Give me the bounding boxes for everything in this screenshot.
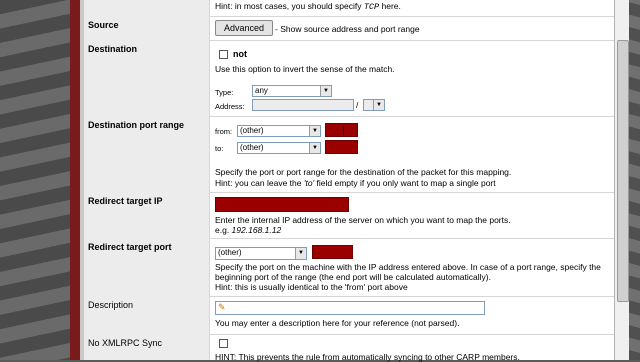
redirect-port-hint: Hint: this is usually identical to the '… [215,282,408,292]
advanced-source-button[interactable]: Advanced [215,20,274,36]
destination-type-label: Type: [215,88,234,97]
redirect-port-input[interactable] [312,245,353,259]
port-range-desc: Specify the port or port range for the d… [215,167,512,177]
source-row: Source Advanced - Show source address an… [84,16,614,41]
source-label: Source [84,16,210,40]
chevron-down-icon: ▼ [373,100,384,110]
description-input[interactable]: ✎ [215,301,485,315]
scrollbar-thumb[interactable] [617,40,629,302]
destination-not-label: not [233,49,247,59]
xmlrpc-checkbox[interactable] [219,339,228,348]
port-to-select[interactable]: (other) ▼ [237,142,321,154]
destination-address-input[interactable] [252,99,354,111]
xmlrpc-label: No XMLRPC Sync [84,334,210,360]
destination-slash: / [356,100,359,110]
destination-mask-select[interactable]: ▼ [363,99,385,111]
destination-type-select[interactable]: any ▼ [252,85,332,97]
text-cursor [343,126,344,135]
protocol-row: Hint: in most cases, you should specify … [84,0,614,17]
desktop-background-left [0,0,70,360]
port-from-select[interactable]: (other) ▼ [237,125,321,137]
destination-row: Destination not Use this option to inver… [84,40,614,117]
xmlrpc-row: No XMLRPC Sync HINT: This prevents the r… [84,334,614,362]
protocol-hint: Hint: in most cases, you should specify … [215,1,401,12]
redirect-port-desc2: beginning port of the range (the end por… [215,272,491,282]
protocol-label-cell [84,0,210,16]
redirect-ip-label: Redirect target IP [84,192,210,238]
port-to-label: to: [215,144,224,153]
redirect-ip-input[interactable] [215,197,349,212]
source-advanced-desc: - Show source address and port range [275,24,420,34]
chevron-down-icon: ▼ [309,143,320,153]
chevron-down-icon: ▼ [320,86,331,96]
redirect-ip-row: Redirect target IP Enter the internal IP… [84,192,614,239]
destination-not-checkbox[interactable] [219,50,228,59]
destination-address-label: Address: [215,102,245,111]
redirect-port-label: Redirect target port [84,238,210,296]
redirect-port-select[interactable]: (other) ▼ [215,247,307,260]
page-frame-red [70,0,80,360]
destination-port-label: Destination port range [84,116,210,192]
nat-rule-form: Hint: in most cases, you should specify … [84,0,614,362]
chevron-down-icon: ▼ [295,248,306,259]
description-row: Description ✎ You may enter a descriptio… [84,296,614,335]
port-from-label: from: [215,127,233,136]
port-range-hint: Hint: you can leave the 'to' field empty… [215,178,496,188]
pencil-icon: ✎ [218,302,226,312]
xmlrpc-hint: HINT: This prevents the rule from automa… [215,352,520,362]
destination-port-row: Destination port range from: (other) ▼ t… [84,116,614,193]
redirect-port-desc1: Specify the port on the machine with the… [215,262,601,272]
redirect-port-row: Redirect target port (other) ▼ Specify t… [84,238,614,297]
destination-not-desc: Use this option to invert the sense of t… [215,64,395,74]
port-to-input[interactable] [325,140,358,154]
description-label: Description [84,296,210,334]
vertical-scrollbar[interactable] [614,0,629,360]
destination-label: Destination [84,40,210,116]
port-from-input[interactable] [325,123,358,137]
redirect-ip-desc: Enter the internal IP address of the ser… [215,215,511,225]
redirect-ip-example: e.g. 192.168.1.12 [215,225,282,235]
description-desc: You may enter a description here for you… [215,318,460,328]
chevron-down-icon: ▼ [309,126,320,136]
